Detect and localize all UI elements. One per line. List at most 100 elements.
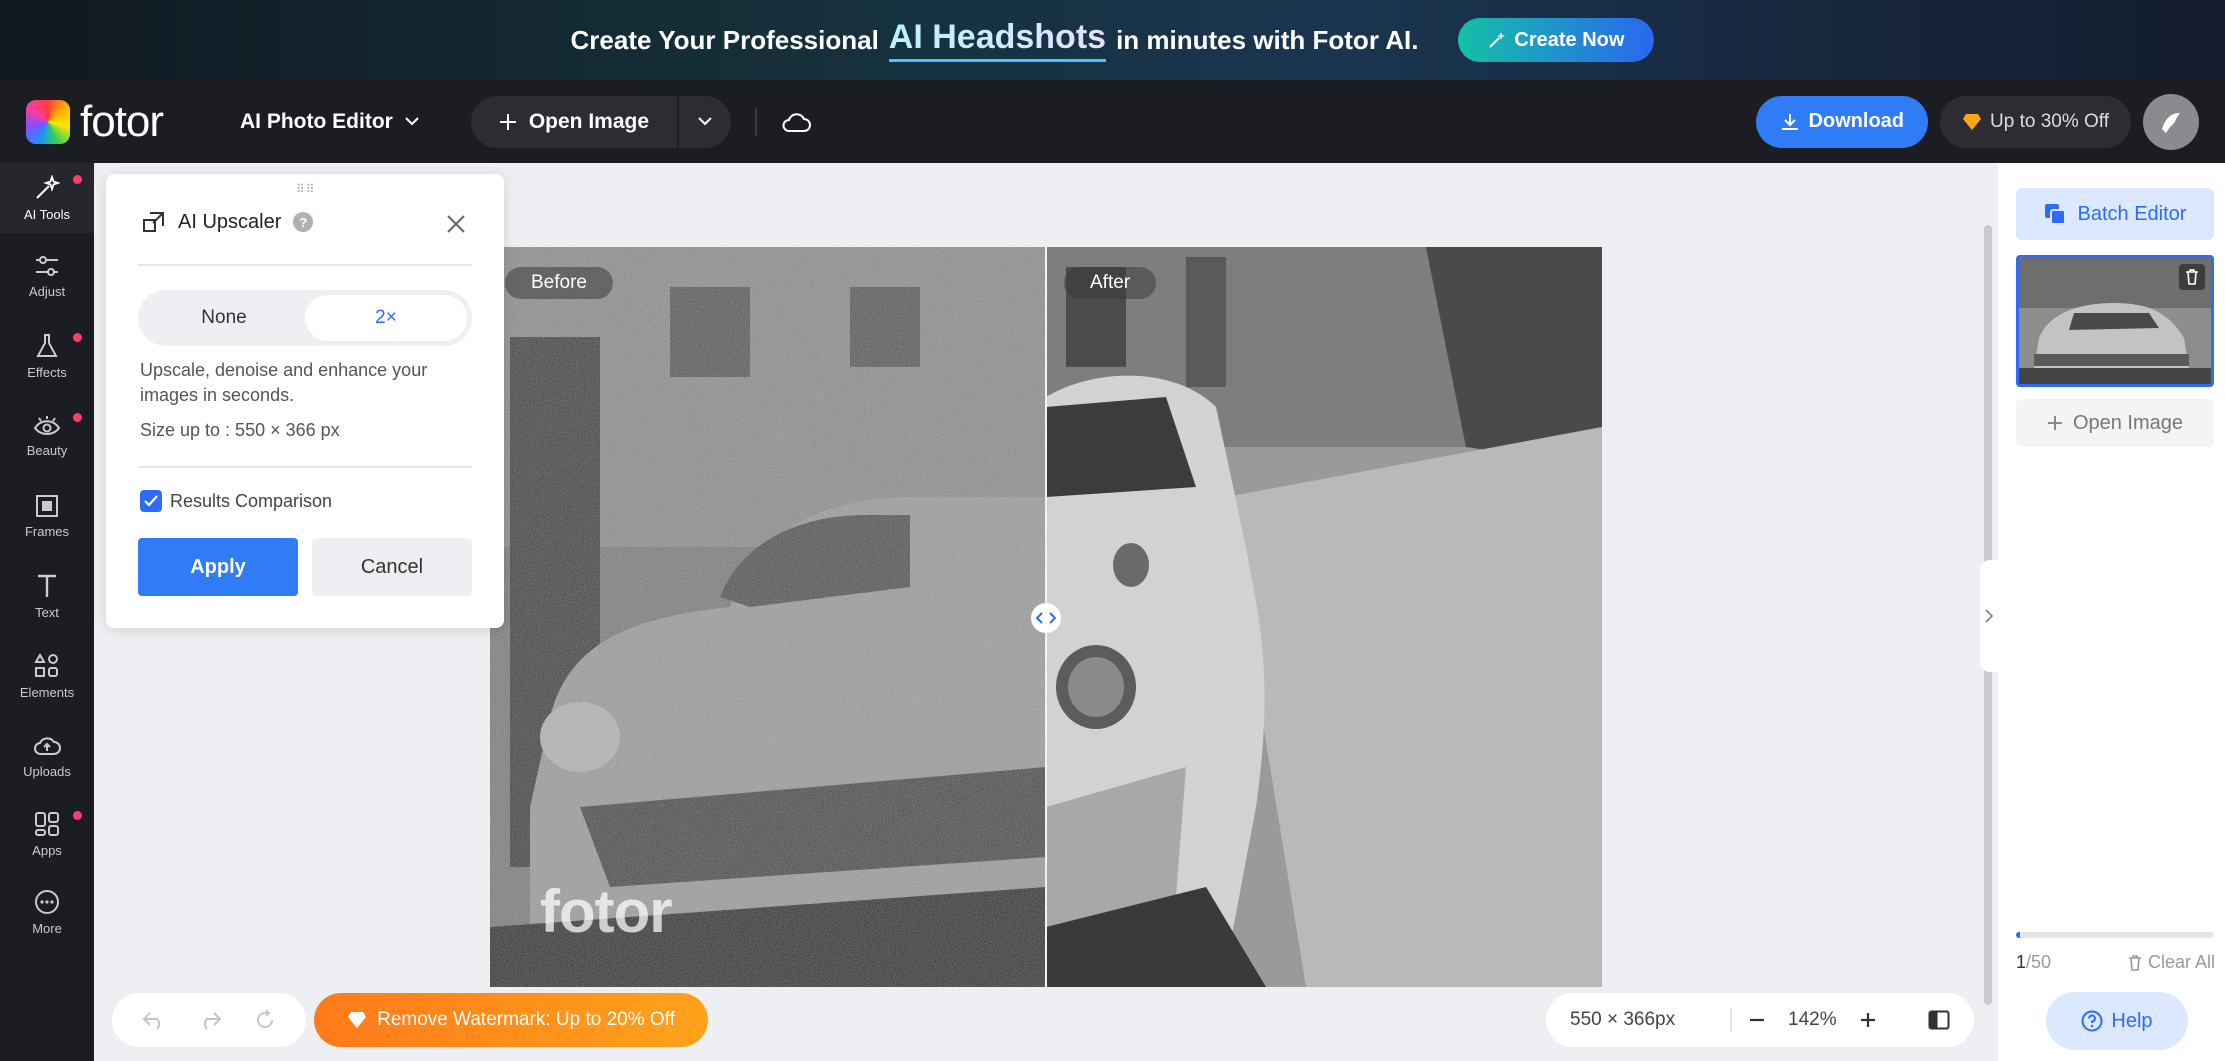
clear-all-button[interactable]: Clear All bbox=[2128, 952, 2215, 973]
batch-panel: Batch Editor Open Image 1/50 Clear All H… bbox=[1998, 163, 2225, 1061]
notification-dot bbox=[73, 811, 82, 820]
batch-editor-button[interactable]: Batch Editor bbox=[2016, 188, 2214, 240]
text-icon bbox=[35, 573, 59, 599]
add-image-label: Open Image bbox=[2072, 411, 2184, 434]
top-bar: fotor AI Photo Editor Open Image Downloa… bbox=[0, 80, 2225, 163]
rail-item-frames[interactable]: Frames bbox=[0, 481, 94, 551]
scale-option-2x[interactable]: 2× bbox=[305, 295, 467, 341]
delete-thumbnail-button[interactable] bbox=[2179, 264, 2205, 290]
rail-label: Apps bbox=[32, 842, 62, 858]
cloud-upload-icon bbox=[33, 734, 61, 758]
panel-title: AI Upscaler bbox=[178, 210, 282, 233]
rail-item-ai-tools[interactable]: AI Tools bbox=[0, 163, 94, 233]
image-dimensions: 550 × 366px bbox=[1570, 1009, 1676, 1030]
remove-watermark-label: Remove Watermark: Up to 20% Off bbox=[377, 1009, 675, 1030]
zoom-level[interactable]: 142% bbox=[1788, 1009, 1837, 1031]
rail-item-beauty[interactable]: Beauty bbox=[0, 401, 94, 471]
redo-icon[interactable] bbox=[198, 1010, 222, 1030]
results-comparison-toggle[interactable]: Results Comparison bbox=[140, 490, 332, 512]
size-limit-text: Size up to : 550 × 366 px bbox=[140, 420, 340, 440]
logo-mark-icon bbox=[26, 99, 70, 144]
cancel-button[interactable]: Cancel bbox=[312, 538, 472, 596]
cloud-save-button[interactable] bbox=[781, 111, 812, 133]
diamond-icon bbox=[1962, 113, 1982, 131]
rail-item-more[interactable]: More bbox=[0, 877, 94, 947]
offer-label: Up to 30% Off bbox=[1990, 110, 2109, 132]
eye-icon bbox=[33, 415, 61, 437]
help-button[interactable]: Help bbox=[2046, 992, 2188, 1050]
rail-label: Text bbox=[35, 604, 59, 620]
sliders-icon bbox=[34, 254, 60, 278]
drag-arrows-icon bbox=[1036, 612, 1056, 624]
open-image-dropdown[interactable] bbox=[679, 96, 731, 148]
rail-item-elements[interactable]: Elements bbox=[0, 641, 94, 711]
results-comparison-label: Results Comparison bbox=[170, 490, 333, 511]
panel-header: AI Upscaler ? bbox=[142, 210, 314, 234]
avatar[interactable] bbox=[2143, 93, 2199, 150]
upgrade-offer-button[interactable]: Up to 30% Off bbox=[1940, 95, 2131, 148]
apply-button[interactable]: Apply bbox=[138, 538, 298, 596]
chevron-down-icon bbox=[698, 117, 712, 126]
image-thumbnail[interactable] bbox=[2016, 255, 2214, 387]
rail-item-adjust[interactable]: Adjust bbox=[0, 241, 94, 311]
count-current: 1 bbox=[2016, 952, 2027, 972]
upscale-icon bbox=[142, 210, 166, 234]
cloud-icon bbox=[781, 111, 812, 133]
rail-item-uploads[interactable]: Uploads bbox=[0, 721, 94, 791]
history-controls bbox=[112, 993, 306, 1047]
rail-label: Adjust bbox=[28, 283, 66, 299]
rail-item-effects[interactable]: Effects bbox=[0, 321, 94, 391]
drag-grip-icon[interactable]: ⠿⠿ bbox=[296, 182, 316, 196]
rail-label: Frames bbox=[24, 523, 70, 539]
undo-icon[interactable] bbox=[142, 1010, 166, 1030]
promo-banner: Create Your Professional AI Headshots in… bbox=[0, 0, 2225, 80]
image-count: 1/50 bbox=[2016, 952, 2051, 973]
plus-icon bbox=[499, 113, 517, 131]
after-image: After bbox=[1046, 247, 1602, 987]
toolbar-divider bbox=[755, 107, 758, 136]
rail-item-text[interactable]: Text bbox=[0, 561, 94, 631]
editor-mode-menu[interactable]: AI Photo Editor bbox=[240, 110, 419, 134]
help-question-icon[interactable]: ? bbox=[293, 212, 314, 232]
collapse-panel-button[interactable] bbox=[1980, 560, 1998, 672]
reset-icon[interactable] bbox=[254, 1009, 276, 1031]
clear-all-label: Clear All bbox=[2147, 952, 2215, 972]
open-image-group: Open Image bbox=[470, 95, 732, 148]
rail-label: Effects bbox=[27, 364, 67, 380]
comparison-handle[interactable] bbox=[1031, 603, 1061, 633]
count-total: /50 bbox=[2026, 952, 2052, 972]
create-now-label: Create Now bbox=[1514, 28, 1625, 51]
zoom-in-icon[interactable] bbox=[1859, 1011, 1877, 1029]
scale-toggle: None 2× bbox=[138, 290, 472, 346]
remove-watermark-button[interactable]: Remove Watermark: Up to 20% Off bbox=[314, 993, 708, 1047]
notification-dot bbox=[73, 175, 82, 184]
create-now-button[interactable]: Create Now bbox=[1458, 18, 1655, 62]
after-tag: After bbox=[1064, 267, 1157, 299]
promo-text: Create Your Professional AI Headshots in… bbox=[571, 18, 1418, 62]
fotor-watermark: fotor bbox=[540, 878, 673, 945]
download-label: Download bbox=[1808, 110, 1904, 132]
help-circle-icon bbox=[2081, 1010, 2103, 1032]
close-button[interactable] bbox=[446, 214, 466, 234]
zoom-controls: 550 × 366px 142% bbox=[1546, 993, 1974, 1047]
zoom-out-icon[interactable] bbox=[1748, 1011, 1766, 1029]
shapes-icon bbox=[34, 652, 60, 679]
batch-editor-label: Batch Editor bbox=[2077, 202, 2187, 225]
help-label: Help bbox=[2111, 1009, 2153, 1032]
flask-icon bbox=[35, 333, 59, 359]
image-canvas[interactable]: Before fotor After bbox=[490, 247, 1602, 987]
add-image-button[interactable]: Open Image bbox=[2016, 399, 2214, 447]
compare-view-icon[interactable] bbox=[1928, 1010, 1950, 1030]
fotor-logo[interactable]: fotor bbox=[26, 97, 186, 147]
checkbox[interactable] bbox=[140, 490, 162, 512]
scale-option-none[interactable]: None bbox=[143, 295, 305, 341]
close-icon bbox=[446, 214, 466, 234]
frame-icon bbox=[35, 494, 59, 518]
rail-item-apps[interactable]: Apps bbox=[0, 799, 94, 869]
open-image-button[interactable]: Open Image bbox=[471, 95, 680, 148]
notification-dot bbox=[73, 413, 82, 422]
rail-label: AI Tools bbox=[23, 206, 70, 222]
download-button[interactable]: Download bbox=[1756, 95, 1928, 148]
editor-mode-label: AI Photo Editor bbox=[240, 109, 393, 133]
plus-icon bbox=[2047, 415, 2063, 431]
